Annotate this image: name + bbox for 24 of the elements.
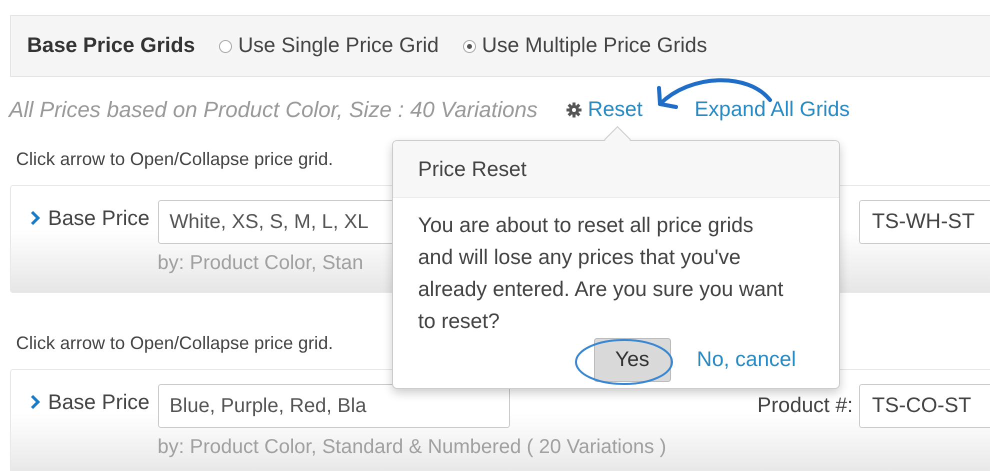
hint-text: Click arrow to Open/Collapse price grid. (16, 148, 334, 171)
chevron-icon (30, 394, 40, 410)
radio-label[interactable]: Use Single Price Grid (238, 34, 439, 58)
radio-button[interactable] (219, 40, 232, 52)
chevron-icon (30, 210, 40, 226)
radio-label[interactable]: Use Multiple Price Grids (482, 34, 708, 58)
link[interactable]: Reset (588, 98, 643, 122)
gear-icon (566, 102, 582, 118)
variations-field[interactable]: Blue, Purple, Red, Bla (158, 384, 510, 428)
grid-description: by: Product Color, Standard & Numbered ( 20 Variations ) (158, 435, 666, 460)
popover-title: Price Reset (393, 141, 839, 198)
cancel-link[interactable]: No, cancel (696, 348, 796, 372)
section-title: Base Price Grids (27, 34, 196, 58)
grid-label: Base Price (48, 207, 150, 231)
grid-description: by: Product Color, Stan (158, 251, 364, 276)
product-number-label: Product #: (757, 394, 853, 418)
product-number-field[interactable]: TS-CO-ST (859, 384, 990, 428)
radio-button[interactable] (462, 40, 476, 52)
product-number-field[interactable]: TS-WH-ST (859, 200, 990, 244)
hint-text: Click arrow to Open/Collapse price grid. (16, 332, 334, 355)
yes-button[interactable]: Yes (594, 338, 671, 382)
grid-label: Base Price (48, 391, 150, 415)
summary-text: All Prices based on Product Color, Size : 40 Variations (9, 97, 538, 123)
link[interactable]: Expand All Grids (694, 98, 850, 122)
